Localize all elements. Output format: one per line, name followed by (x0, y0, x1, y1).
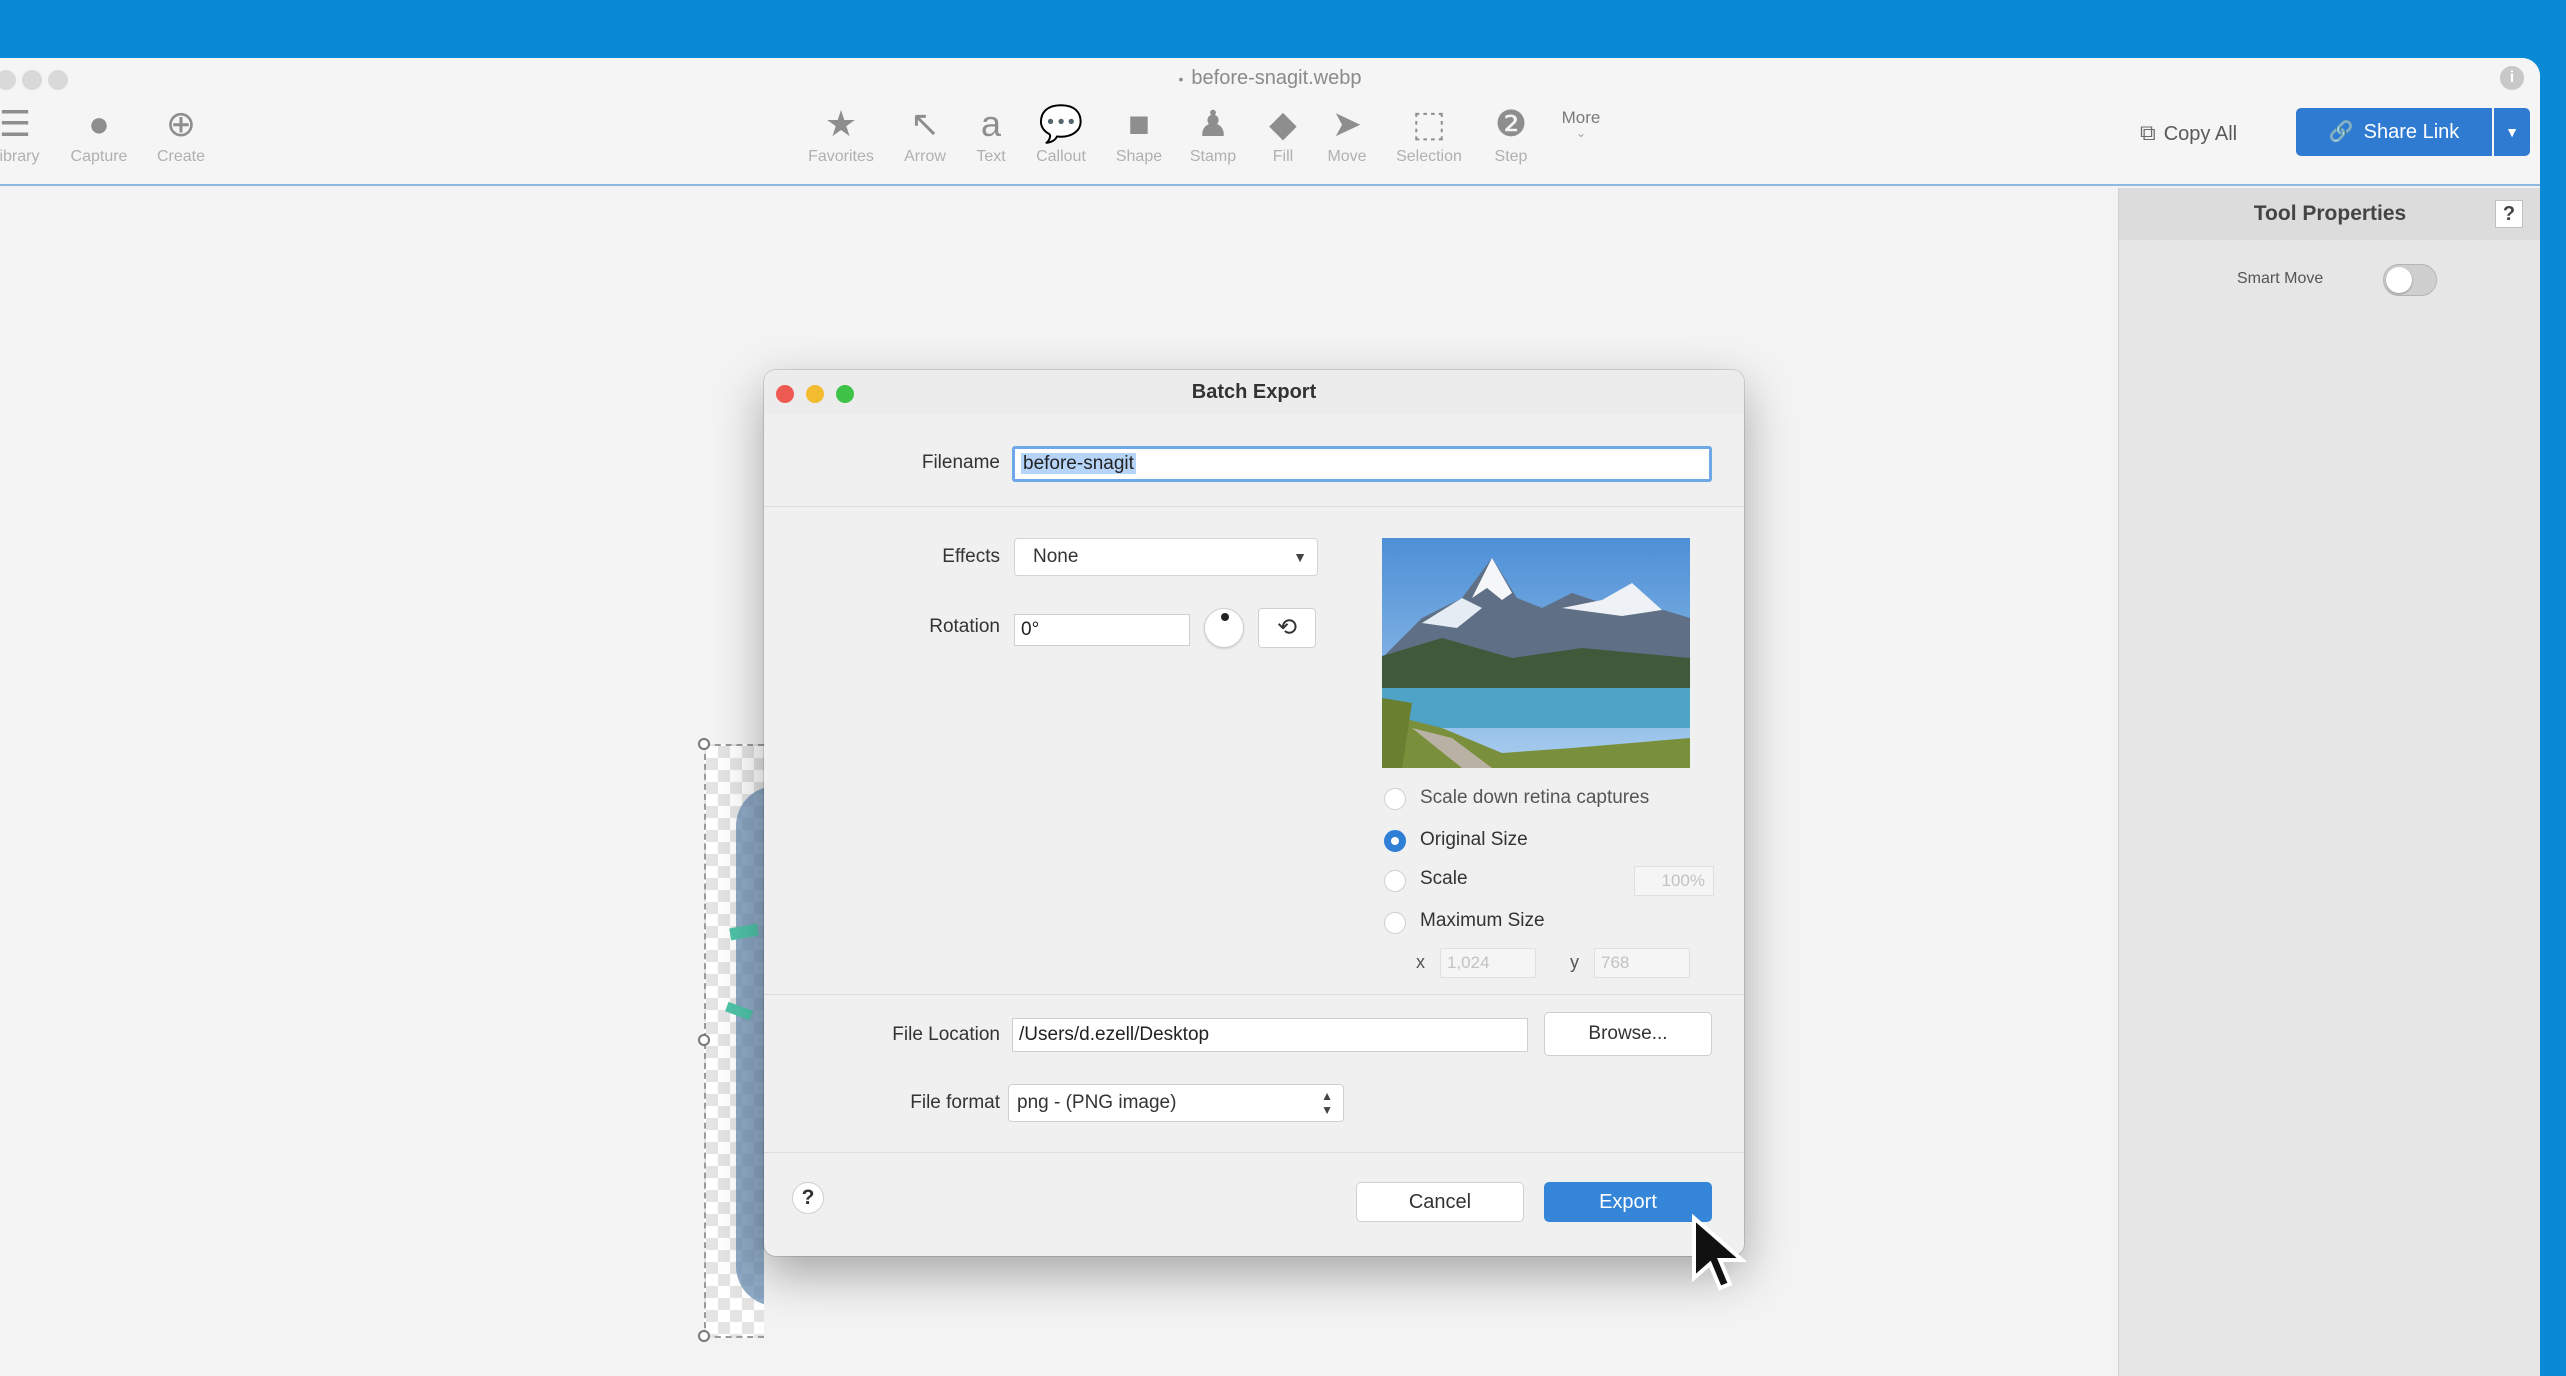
callout-icon: 💬 (1038, 103, 1084, 144)
resize-handle[interactable] (698, 738, 710, 750)
share-link-button[interactable]: 🔗 Share Link (2296, 108, 2492, 156)
max-y-label: y (1570, 952, 1579, 972)
share-link-dropdown[interactable]: ▼ (2494, 108, 2530, 156)
maximum-size-radio[interactable] (1384, 912, 1406, 934)
favorites-tool[interactable]: ★ Favorites (796, 102, 886, 182)
info-icon[interactable]: i (2500, 66, 2524, 90)
browse-button[interactable]: Browse... (1544, 1012, 1712, 1056)
preview-image (1382, 538, 1690, 768)
rotation-dial[interactable] (1204, 608, 1244, 648)
window-title: • before-snagit.webp (1178, 67, 1362, 89)
export-button[interactable]: Export (1544, 1182, 1712, 1222)
copy-all-button[interactable]: ⧉ Copy All (2140, 112, 2270, 154)
max-x-input[interactable]: 1,024 (1440, 948, 1536, 978)
dial-indicator-icon (1221, 613, 1229, 621)
chevron-down-icon: ⌄ (1575, 126, 1587, 140)
help-button[interactable]: ? (792, 1182, 824, 1214)
resize-handle[interactable] (698, 1330, 710, 1342)
chevron-down-icon: ▼ (1293, 549, 1307, 565)
create-button[interactable]: ⊕ Create (136, 102, 226, 182)
up-down-chevron-icon: ▲ ▼ (1321, 1089, 1333, 1117)
resize-handle[interactable] (698, 1034, 710, 1046)
file-format-label: File format (910, 1092, 1000, 1113)
step-tool[interactable]: ❷ Step (1466, 102, 1556, 182)
filename-input[interactable]: before-snagit (1012, 446, 1712, 482)
mouse-pointer-icon (1692, 1214, 1748, 1291)
batch-export-dialog: Batch Export Filename before-snagit Effe… (764, 370, 1744, 1256)
file-location-input[interactable]: /Users/d.ezell/Desktop (1012, 1018, 1528, 1052)
toggle-knob (2386, 267, 2412, 293)
panel-title: Tool Properties (2253, 202, 2407, 225)
effects-label: Effects (942, 546, 1000, 567)
scale-down-retina-label: Scale down retina captures (1420, 787, 1650, 808)
mountain-lake-photo (1382, 538, 1690, 768)
selection-icon: ⬚ (1411, 103, 1446, 144)
copy-icon: ⧉ (2140, 120, 2156, 145)
smart-move-toggle[interactable] (2383, 264, 2437, 296)
max-x-label: x (1416, 952, 1425, 972)
canvas-image[interactable] (704, 744, 764, 1338)
rotate-button[interactable]: ⟲ (1258, 608, 1316, 648)
more-button[interactable]: More ⌄ (1546, 108, 1616, 140)
link-icon: 🔗 (2328, 121, 2354, 143)
max-y-input[interactable]: 768 (1594, 948, 1690, 978)
scale-down-retina-checkbox[interactable] (1384, 788, 1406, 810)
filename-label: Filename (921, 452, 1000, 473)
file-location-label: File Location (892, 1024, 1000, 1045)
library-button[interactable]: ☰ Library (0, 102, 60, 182)
create-icon: ⊕ (165, 103, 197, 144)
help-button[interactable]: ? (2495, 200, 2523, 228)
library-icon: ☰ (0, 103, 32, 144)
move-icon: ➤ (1331, 103, 1363, 144)
selection-tool[interactable]: ⬚ Selection (1384, 102, 1474, 182)
rotation-label: Rotation (929, 616, 1000, 637)
rotation-input[interactable]: 0° (1014, 614, 1190, 646)
divider (764, 506, 1744, 507)
effects-select[interactable]: None ▼ (1014, 538, 1318, 576)
smart-move-label: Smart Move (2237, 270, 2324, 287)
dialog-title: Batch Export (1191, 381, 1317, 403)
rotate-icon: ⟲ (1276, 614, 1298, 641)
original-size-radio[interactable] (1384, 830, 1406, 852)
scale-input[interactable]: 100% (1634, 866, 1714, 896)
original-size-label: Original Size (1420, 829, 1528, 850)
capture-button[interactable]: ● Capture (54, 102, 144, 182)
divider (764, 994, 1744, 995)
scale-radio[interactable] (1384, 870, 1406, 892)
star-icon: ★ (824, 103, 858, 144)
chevron-down-icon: ▼ (2505, 124, 2519, 140)
filename-value: before-snagit (1021, 453, 1136, 474)
tool-properties-panel: Tool Properties ? Smart Move (2118, 188, 2540, 1376)
toolbar: •before-snagit.webp i ☰ Library ● Captur… (0, 58, 2540, 186)
scale-label: Scale (1420, 868, 1468, 889)
maximum-size-label: Maximum Size (1420, 910, 1545, 931)
capture-icon: ● (88, 103, 110, 144)
file-format-select[interactable]: png - (PNG image) ▲ ▼ (1008, 1084, 1344, 1122)
callout-tool[interactable]: 💬 Callout (1016, 102, 1106, 182)
step-icon: ❷ (1494, 103, 1528, 144)
image-artwork (736, 786, 764, 1306)
move-tool[interactable]: ➤ Move (1302, 102, 1392, 182)
edited-dot-icon: • (1178, 71, 1184, 87)
cancel-button[interactable]: Cancel (1356, 1182, 1524, 1222)
divider (764, 1152, 1744, 1153)
